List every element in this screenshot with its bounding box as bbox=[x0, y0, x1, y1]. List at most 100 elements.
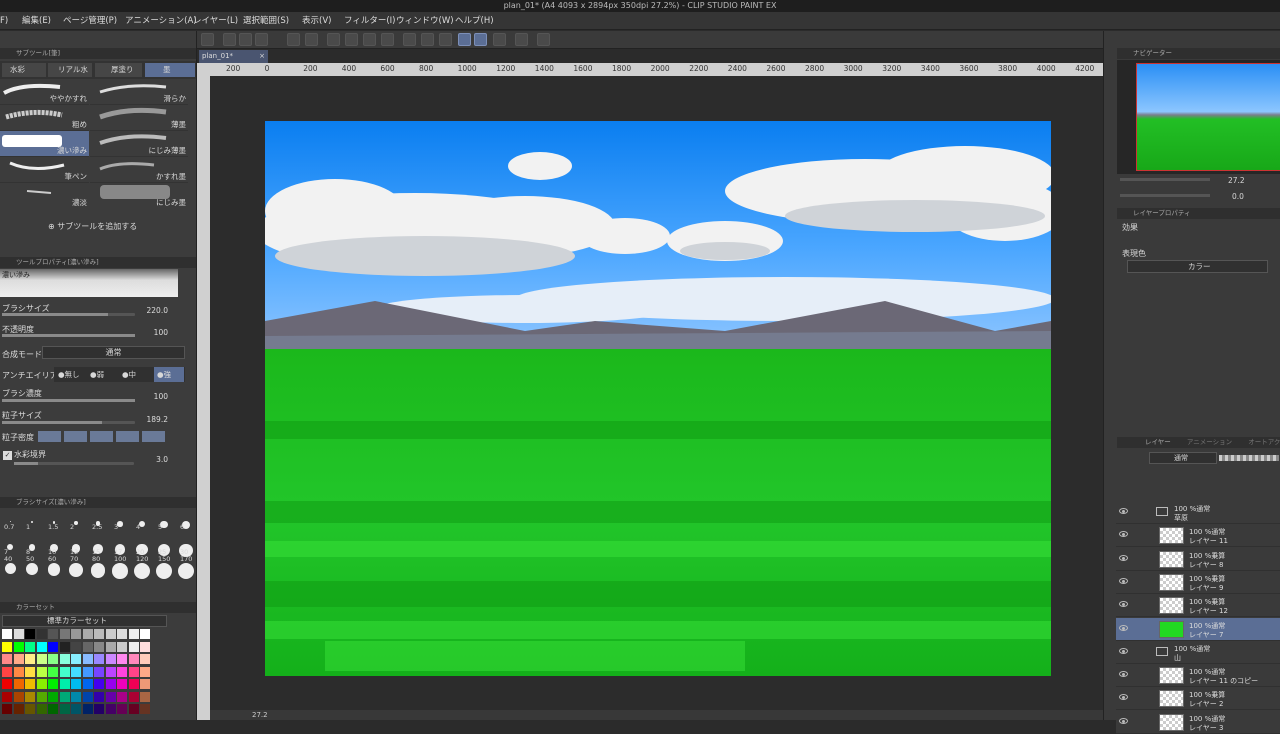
color-swatch[interactable] bbox=[105, 691, 116, 702]
color-swatch[interactable] bbox=[117, 654, 127, 664]
crop-icon[interactable] bbox=[381, 33, 394, 46]
snap-special-ruler-icon[interactable] bbox=[474, 33, 487, 46]
layer-row[interactable]: 100 %乗算 レイヤー 2 bbox=[1116, 687, 1280, 711]
layer-row[interactable]: 100 %乗算 レイヤー 9 bbox=[1116, 570, 1280, 594]
color-swatch[interactable] bbox=[25, 666, 35, 677]
brush-size-preset[interactable]: 80 bbox=[88, 555, 109, 579]
visibility-eye-icon[interactable] bbox=[1119, 508, 1128, 514]
particle-size-value[interactable]: 189.2 bbox=[138, 415, 168, 424]
navigator-preview[interactable] bbox=[1117, 60, 1280, 174]
brush-item[interactable]: にじみ墨 bbox=[90, 183, 188, 209]
color-swatch[interactable] bbox=[82, 679, 93, 689]
brush-size-preset[interactable]: 7 bbox=[0, 534, 21, 556]
brush-size-preset[interactable]: 12 bbox=[66, 534, 87, 556]
color-swatch[interactable] bbox=[105, 666, 116, 677]
brush-size-preset[interactable]: 10 bbox=[44, 534, 65, 556]
antialias-strong[interactable]: ●強 bbox=[154, 367, 184, 382]
color-swatch[interactable] bbox=[117, 704, 127, 714]
brush-size-preset[interactable]: 120 bbox=[132, 555, 153, 579]
snap-grid-icon[interactable] bbox=[493, 33, 506, 46]
layer-row[interactable]: 100 %乗算 レイヤー 8 bbox=[1116, 547, 1280, 571]
color-swatch[interactable] bbox=[71, 654, 81, 664]
color-swatch[interactable] bbox=[36, 641, 47, 652]
new-file-icon[interactable] bbox=[223, 33, 236, 46]
color-swatch[interactable] bbox=[128, 666, 139, 677]
brush-size-slider[interactable] bbox=[2, 313, 135, 316]
tab-animation[interactable]: アニメーション bbox=[1187, 438, 1232, 446]
color-swatch[interactable] bbox=[71, 679, 81, 689]
add-subtool-link[interactable]: ⊕ サブツールを追加する bbox=[48, 221, 137, 232]
color-swatch[interactable] bbox=[105, 704, 116, 714]
menu-edit[interactable]: 編集(E) bbox=[22, 12, 51, 30]
brush-item-selected[interactable]: 濃い滲み bbox=[0, 131, 89, 157]
color-swatch[interactable] bbox=[2, 666, 12, 677]
opacity-slider[interactable] bbox=[2, 334, 135, 337]
color-swatch[interactable] bbox=[128, 641, 139, 652]
brush-size-preset[interactable]: 40 bbox=[0, 555, 21, 579]
layer-row[interactable]: 100 %乗算 レイヤー 12 bbox=[1116, 594, 1280, 618]
companion-icon[interactable] bbox=[537, 33, 550, 46]
visibility-eye-icon[interactable] bbox=[1119, 717, 1128, 724]
color-swatch[interactable] bbox=[105, 654, 116, 664]
color-swatch[interactable] bbox=[25, 641, 35, 652]
color-swatch[interactable] bbox=[13, 641, 24, 652]
color-swatch[interactable] bbox=[59, 654, 70, 664]
color-swatch[interactable] bbox=[2, 641, 12, 652]
watercolor-edge-checkbox[interactable]: ✓ bbox=[3, 451, 12, 460]
color-swatch[interactable] bbox=[140, 641, 150, 652]
fill-icon[interactable] bbox=[363, 33, 376, 46]
menu-animation[interactable]: アニメーション(A) bbox=[125, 12, 197, 30]
color-swatch[interactable] bbox=[59, 666, 70, 677]
brush-item[interactable]: 薄墨 bbox=[90, 105, 188, 131]
color-swatch[interactable] bbox=[128, 679, 139, 689]
brush-size-preset[interactable]: 25 bbox=[154, 534, 175, 557]
close-tab-icon[interactable]: × bbox=[259, 50, 265, 63]
color-swatch[interactable] bbox=[36, 666, 47, 677]
expression-color-select[interactable]: カラー bbox=[1127, 260, 1268, 273]
layer-folder[interactable]: 100 %通常山 bbox=[1116, 640, 1280, 664]
color-swatch[interactable] bbox=[36, 654, 47, 664]
menu-help[interactable]: ヘルプ(H) bbox=[455, 12, 494, 30]
color-swatch[interactable] bbox=[59, 679, 70, 689]
color-swatch[interactable] bbox=[2, 679, 12, 689]
brush-size-preset[interactable]: 70 bbox=[66, 555, 87, 579]
color-swatch[interactable] bbox=[25, 704, 35, 714]
visibility-eye-icon[interactable] bbox=[1119, 531, 1128, 538]
particle-size-slider[interactable] bbox=[2, 421, 135, 424]
tab-layer[interactable]: レイヤー bbox=[1145, 438, 1171, 446]
navigator-rotation-slider[interactable] bbox=[1120, 194, 1210, 197]
color-swatch[interactable] bbox=[82, 704, 93, 714]
visibility-eye-icon[interactable] bbox=[1119, 601, 1128, 608]
color-swatch[interactable] bbox=[71, 704, 81, 714]
color-swatch[interactable] bbox=[25, 679, 35, 689]
layer-row[interactable]: 100 %通常 レイヤー 7 bbox=[1116, 617, 1280, 641]
visibility-eye-icon[interactable] bbox=[1119, 694, 1128, 701]
color-swatch[interactable] bbox=[71, 666, 81, 677]
app-icon[interactable] bbox=[201, 33, 214, 46]
brush-size-value[interactable]: 220.0 bbox=[138, 306, 168, 315]
brush-item[interactable]: 滑らか bbox=[90, 79, 188, 105]
menu-layer[interactable]: レイヤー(L) bbox=[193, 12, 238, 30]
color-swatch[interactable] bbox=[128, 691, 139, 702]
color-swatch[interactable] bbox=[128, 629, 139, 639]
color-swatch[interactable] bbox=[71, 641, 81, 652]
brush-size-preset[interactable]: 50 bbox=[22, 555, 43, 579]
document-tab[interactable]: plan_01* × bbox=[199, 50, 268, 63]
color-swatch[interactable] bbox=[48, 704, 58, 714]
deselect-icon[interactable] bbox=[403, 33, 416, 46]
settings-icon[interactable] bbox=[515, 33, 528, 46]
brush-size-preset[interactable]: 170 bbox=[176, 555, 196, 579]
brush-density-value[interactable]: 100 bbox=[138, 392, 168, 401]
brush-item[interactable]: にじみ薄墨 bbox=[90, 131, 188, 157]
color-swatch[interactable] bbox=[36, 704, 47, 714]
watercolor-edge-slider[interactable] bbox=[14, 462, 134, 465]
clear-icon[interactable] bbox=[327, 33, 340, 46]
color-swatch[interactable] bbox=[13, 679, 24, 689]
brush-size-preset[interactable]: 2.5 bbox=[88, 511, 109, 533]
save-icon[interactable] bbox=[255, 33, 268, 46]
color-swatch[interactable] bbox=[140, 666, 150, 677]
color-swatch[interactable] bbox=[13, 691, 24, 702]
visibility-eye-icon[interactable] bbox=[1119, 671, 1128, 678]
color-swatch[interactable] bbox=[94, 641, 104, 652]
color-swatch[interactable] bbox=[82, 654, 93, 664]
